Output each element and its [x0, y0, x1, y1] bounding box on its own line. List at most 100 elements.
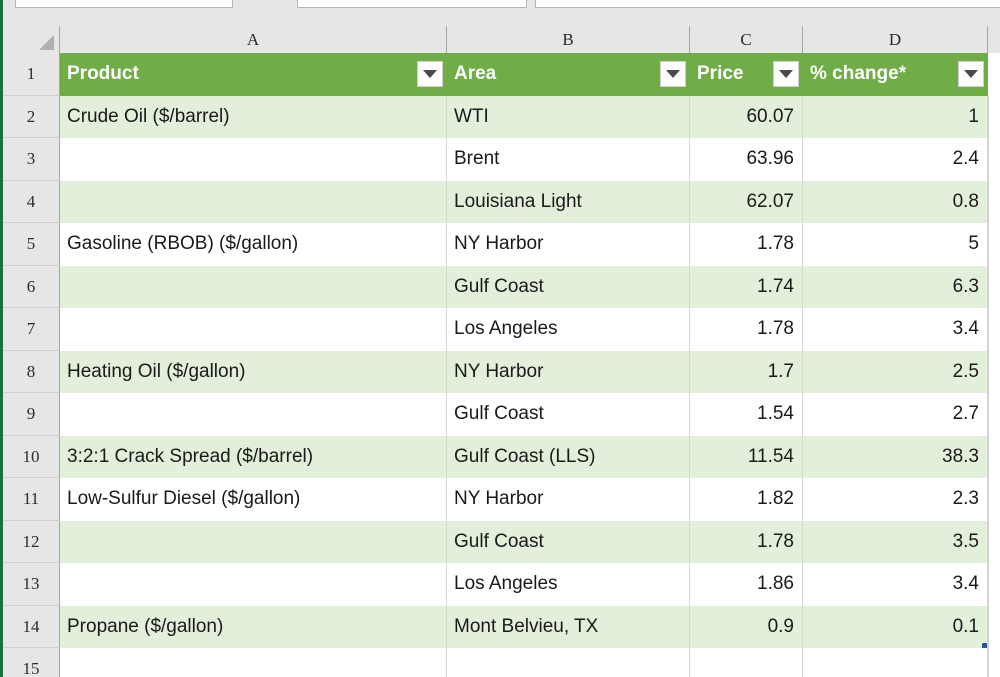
cell-product-11[interactable]: Low-Sulfur Diesel ($/gallon) [60, 478, 447, 521]
cell-change-4[interactable]: 0.8 [803, 181, 988, 224]
cell-area-4[interactable]: Louisiana Light [447, 181, 690, 224]
filter-dropdown-button-change[interactable] [958, 61, 984, 87]
column-header-c[interactable]: C [690, 26, 803, 53]
cell-price-10[interactable]: 11.54 [690, 436, 803, 479]
table-row: Crude Oil ($/barrel)WTI60.071 [60, 96, 1000, 139]
cell-product-14[interactable]: Propane ($/gallon) [60, 606, 447, 649]
cell-area-5[interactable]: NY Harbor [447, 223, 690, 266]
cell-change-14[interactable]: 0.1 [803, 606, 988, 649]
ribbon-control-1[interactable] [15, 0, 233, 8]
filter-dropdown-button-product[interactable] [417, 61, 443, 87]
cell-e-14[interactable] [988, 606, 1000, 649]
row-header-15[interactable]: 15 [3, 648, 60, 677]
cell-product-3[interactable] [60, 138, 447, 181]
cell-product-10[interactable]: 3:2:1 Crack Spread ($/barrel) [60, 436, 447, 479]
row-header-9[interactable]: 9 [3, 393, 60, 436]
cell-change-12[interactable]: 3.5 [803, 521, 988, 564]
cell-price-7[interactable]: 1.78 [690, 308, 803, 351]
cell-change-5[interactable]: 5 [803, 223, 988, 266]
cell-area-14[interactable]: Mont Belvieu, TX [447, 606, 690, 649]
cell-e-7[interactable] [988, 308, 1000, 351]
cell-product-9[interactable] [60, 393, 447, 436]
cell-price-5[interactable]: 1.78 [690, 223, 803, 266]
cell-e-4[interactable] [988, 181, 1000, 224]
cell-area-10[interactable]: Gulf Coast (LLS) [447, 436, 690, 479]
cell-area-8[interactable]: NY Harbor [447, 351, 690, 394]
cell-change-2[interactable]: 1 [803, 96, 988, 139]
row-header-10[interactable]: 10 [3, 436, 60, 479]
cell-product-13[interactable] [60, 563, 447, 606]
cell-e-3[interactable] [988, 138, 1000, 181]
ribbon-control-3[interactable] [535, 0, 1000, 8]
cell-change-15[interactable] [803, 648, 988, 677]
cell-product-2[interactable]: Crude Oil ($/barrel) [60, 96, 447, 139]
row-header-7[interactable]: 7 [3, 308, 60, 351]
table-row: Brent63.962.4 [60, 138, 1000, 181]
cell-product-5[interactable]: Gasoline (RBOB) ($/gallon) [60, 223, 447, 266]
ribbon-control-2[interactable] [297, 0, 527, 8]
cell-change-13[interactable]: 3.4 [803, 563, 988, 606]
cell-product-4[interactable] [60, 181, 447, 224]
row-header-2[interactable]: 2 [3, 96, 60, 139]
cell-e-2[interactable] [988, 96, 1000, 139]
cell-e-15[interactable] [988, 648, 1000, 677]
filter-dropdown-button-price[interactable] [773, 61, 799, 87]
cell-change-3[interactable]: 2.4 [803, 138, 988, 181]
cell-e-11[interactable] [988, 478, 1000, 521]
cell-area-3[interactable]: Brent [447, 138, 690, 181]
cell-e-10[interactable] [988, 436, 1000, 479]
cell-change-7[interactable]: 3.4 [803, 308, 988, 351]
cell-product-15[interactable] [60, 648, 447, 677]
cell-price-4[interactable]: 62.07 [690, 181, 803, 224]
row-header-13[interactable]: 13 [3, 563, 60, 606]
cell-area-13[interactable]: Los Angeles [447, 563, 690, 606]
cell-price-8[interactable]: 1.7 [690, 351, 803, 394]
cell-change-8[interactable]: 2.5 [803, 351, 988, 394]
column-header-d[interactable]: D [803, 26, 988, 53]
cell-change-6[interactable]: 6.3 [803, 266, 988, 309]
cell-area-15[interactable] [447, 648, 690, 677]
cell-e-12[interactable] [988, 521, 1000, 564]
cell-price-12[interactable]: 1.78 [690, 521, 803, 564]
cell-product-8[interactable]: Heating Oil ($/gallon) [60, 351, 447, 394]
row-header-12[interactable]: 12 [3, 521, 60, 564]
cell-area-12[interactable]: Gulf Coast [447, 521, 690, 564]
cell-price-3[interactable]: 63.96 [690, 138, 803, 181]
cell-area-6[interactable]: Gulf Coast [447, 266, 690, 309]
cell-area-9[interactable]: Gulf Coast [447, 393, 690, 436]
cell-price-2[interactable]: 60.07 [690, 96, 803, 139]
column-header-b[interactable]: B [447, 26, 690, 53]
cell-e-13[interactable] [988, 563, 1000, 606]
row-header-5[interactable]: 5 [3, 223, 60, 266]
cell-area-2[interactable]: WTI [447, 96, 690, 139]
row-header-3[interactable]: 3 [3, 138, 60, 181]
filter-dropdown-button-area[interactable] [660, 61, 686, 87]
row-header-11[interactable]: 11 [3, 478, 60, 521]
select-all-corner[interactable] [3, 26, 60, 53]
row-header-8[interactable]: 8 [3, 351, 60, 394]
cell-price-11[interactable]: 1.82 [690, 478, 803, 521]
row-header-6[interactable]: 6 [3, 266, 60, 309]
cell-price-13[interactable]: 1.86 [690, 563, 803, 606]
cell-e-9[interactable] [988, 393, 1000, 436]
cell-change-10[interactable]: 38.3 [803, 436, 988, 479]
cell-product-12[interactable] [60, 521, 447, 564]
row-header-14[interactable]: 14 [3, 606, 60, 649]
cell-price-6[interactable]: 1.74 [690, 266, 803, 309]
row-header-4[interactable]: 4 [3, 181, 60, 224]
cell-area-11[interactable]: NY Harbor [447, 478, 690, 521]
cell-change-9[interactable]: 2.7 [803, 393, 988, 436]
row-header-1[interactable]: 1 [3, 53, 60, 96]
cell-product-6[interactable] [60, 266, 447, 309]
cell-change-11[interactable]: 2.3 [803, 478, 988, 521]
cell-e-8[interactable] [988, 351, 1000, 394]
cell-area-7[interactable]: Los Angeles [447, 308, 690, 351]
column-header-e[interactable] [988, 26, 1000, 53]
cell-e-5[interactable] [988, 223, 1000, 266]
cell-price-14[interactable]: 0.9 [690, 606, 803, 649]
cell-e-6[interactable] [988, 266, 1000, 309]
cell-price-9[interactable]: 1.54 [690, 393, 803, 436]
cell-product-7[interactable] [60, 308, 447, 351]
column-header-a[interactable]: A [60, 26, 447, 53]
cell-price-15[interactable] [690, 648, 803, 677]
